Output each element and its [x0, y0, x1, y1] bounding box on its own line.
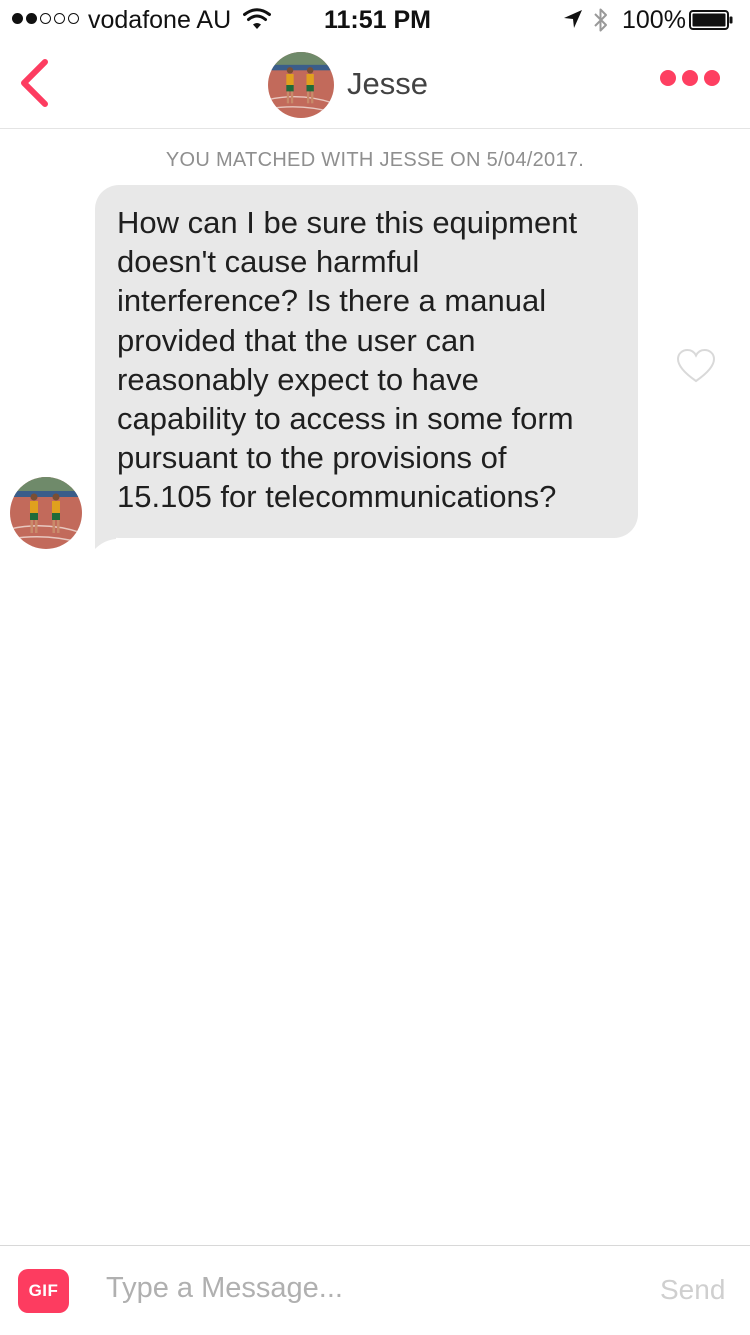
more-dot — [704, 70, 720, 86]
message-line: How can I be sure this equipment — [117, 205, 578, 240]
message-line: pursuant to the provisions of — [117, 440, 507, 476]
contact-name[interactable]: Jesse — [347, 66, 428, 102]
send-button[interactable]: Send — [660, 1274, 725, 1306]
sender-avatar[interactable] — [10, 477, 82, 549]
message-line: reasonably expect to have — [117, 361, 479, 397]
gif-button[interactable]: GIF — [18, 1269, 69, 1313]
status-bar: vodafone AU 11:51 PM 100% — [0, 0, 750, 40]
more-dot — [660, 70, 676, 86]
battery-percent: 100% — [622, 6, 686, 34]
chevron-left-icon[interactable] — [16, 56, 56, 110]
location-arrow-icon — [564, 10, 582, 28]
message-line: 15.105 for telecommunications? — [117, 479, 557, 515]
message-line: capability to access in some form — [117, 401, 574, 437]
message-line: interference? Is there a manual — [117, 283, 547, 319]
chat-header: Jesse — [0, 40, 750, 129]
message-line: provided that the user can — [117, 322, 476, 358]
match-note: YOU MATCHED WITH JESSE ON 5/04/2017. — [165, 149, 585, 171]
heart-icon[interactable] — [676, 348, 716, 384]
message-composer: GIF Send — [0, 1245, 750, 1335]
track-runners-photo — [10, 477, 82, 549]
more-dot — [682, 70, 698, 86]
message-input[interactable] — [106, 1272, 606, 1305]
message-bubble[interactable]: How can I be sure this equipment doesn't… — [95, 185, 638, 538]
battery-icon — [689, 10, 733, 30]
bluetooth-icon — [594, 8, 607, 32]
track-runners-photo — [268, 52, 334, 118]
message-line: doesn't cause harmful — [117, 244, 420, 280]
more-dots-icon[interactable] — [660, 70, 720, 86]
contact-avatar[interactable] — [268, 52, 334, 118]
